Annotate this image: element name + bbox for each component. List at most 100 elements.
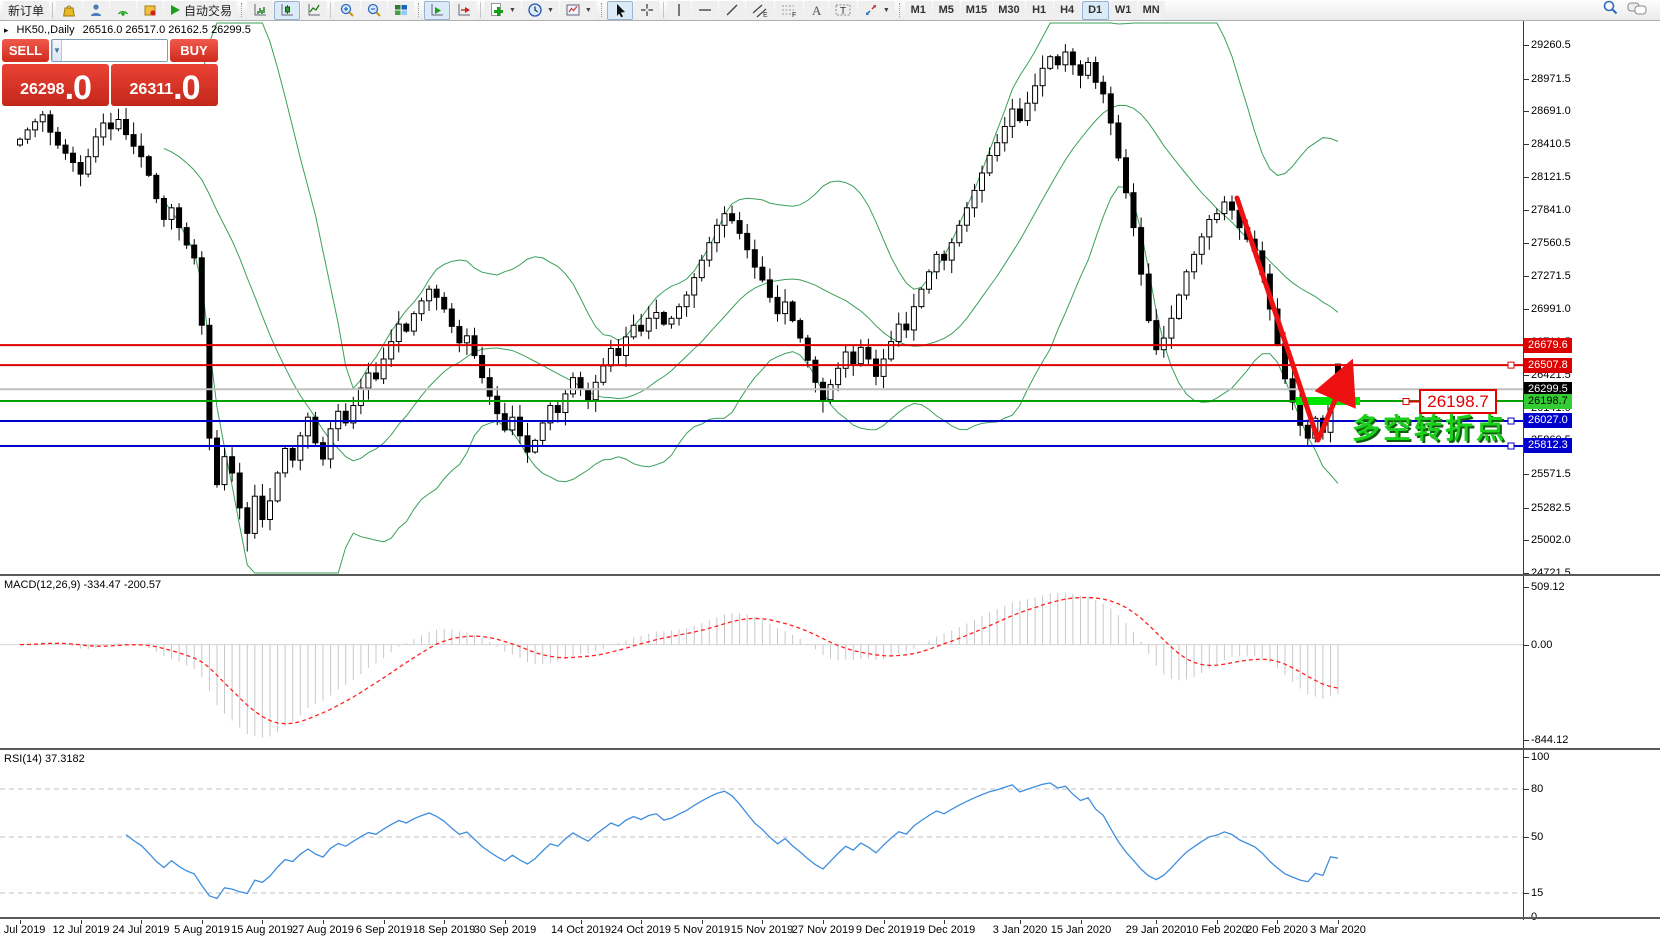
cursor-button[interactable] — [607, 1, 633, 20]
buy-button[interactable]: BUY — [170, 39, 218, 62]
indicators-button[interactable]: ▼ — [484, 1, 521, 20]
date-tick-label: 15 Nov 2019 — [731, 924, 793, 936]
main-chart-canvas[interactable] — [0, 21, 1523, 575]
ohlc-values: 26516.0 26517.0 26162.5 26299.5 — [83, 24, 251, 36]
tile-windows-icon — [393, 2, 409, 18]
cn-annotation-label[interactable]: 多空转折点 — [1352, 407, 1507, 447]
mt4-window: 新订单 自动交易 ▼ ▼ ▼ E F A T — [0, 0, 1660, 940]
text-button[interactable]: A — [804, 1, 828, 20]
date-tick-label: 24 Jul 2019 — [113, 924, 170, 936]
arrows-button[interactable]: ▼ — [858, 1, 895, 20]
date-tick-label: 15 Jan 2020 — [1051, 924, 1112, 936]
equidistant-channel-button[interactable]: E — [746, 1, 774, 20]
svg-text:T: T — [840, 6, 846, 17]
timeframe-button-w1[interactable]: W1 — [1110, 1, 1137, 20]
timeframe-button-m15[interactable]: M15 — [961, 1, 992, 20]
autotrading-button[interactable]: 自动交易 — [164, 1, 237, 20]
price-tick — [1524, 243, 1529, 244]
price-tick — [1524, 276, 1529, 277]
timeframe-button-h4[interactable]: H4 — [1054, 1, 1081, 20]
date-tick-label: 27 Aug 2019 — [292, 924, 354, 936]
text-label-button[interactable]: T — [829, 1, 857, 20]
buy-price-display[interactable]: 26311.0 — [111, 64, 218, 106]
horizontal-line-icon — [697, 2, 713, 18]
vertical-line-button[interactable] — [667, 1, 691, 20]
sell-price-big: .0 — [65, 73, 91, 103]
new-order-button[interactable]: 新订单 — [3, 1, 49, 20]
timeframe-button-m5[interactable]: M5 — [933, 1, 960, 20]
chart-title: ▸ HK50.,Daily 26516.0 26517.0 26162.5 26… — [4, 24, 251, 36]
market-icon — [61, 2, 77, 18]
chart-shift-button[interactable] — [451, 1, 477, 20]
zoom-out-icon — [366, 2, 382, 18]
market-button[interactable] — [56, 1, 82, 20]
sell-button[interactable]: SELL — [2, 39, 49, 62]
news-button[interactable] — [137, 1, 163, 20]
templates-button[interactable]: ▼ — [560, 1, 597, 20]
trendline-button[interactable] — [719, 1, 745, 20]
rsi-tick — [1524, 837, 1529, 838]
line-chart-button[interactable] — [301, 1, 327, 20]
community-button[interactable] — [83, 1, 109, 20]
timeframe-button-m1[interactable]: M1 — [905, 1, 932, 20]
crosshair-button[interactable] — [634, 1, 660, 20]
macd-tick-label: 509.12 — [1531, 581, 1565, 593]
macd-tick — [1524, 645, 1529, 646]
chat-icon[interactable] — [1627, 0, 1647, 21]
price-tick-label: 28410.5 — [1531, 138, 1571, 150]
bar-chart-button[interactable] — [247, 1, 273, 20]
indicators-icon — [489, 2, 505, 18]
volume-input[interactable] — [62, 40, 168, 61]
sell-price-small: 26298 — [20, 79, 65, 101]
price-tick-label: 28121.5 — [1531, 171, 1571, 183]
toolbar-drag-handle[interactable] — [601, 3, 603, 17]
date-tick-label: 6 Sep 2019 — [356, 924, 412, 936]
toolbar-drag-handle[interactable] — [241, 3, 243, 17]
search-icon[interactable] — [1602, 0, 1619, 21]
macd-chart-canvas[interactable] — [0, 577, 1523, 749]
price-tick-label: 24721.5 — [1531, 567, 1571, 579]
toolbar-drag-handle[interactable] — [899, 3, 901, 17]
candlestick-chart-button[interactable] — [274, 1, 300, 20]
tile-windows-button[interactable] — [388, 1, 414, 20]
window-separator[interactable] — [0, 748, 1660, 750]
timeframe-button-h1[interactable]: H1 — [1026, 1, 1053, 20]
toolbar-drag-handle[interactable] — [418, 3, 420, 17]
rsi-tick-label: 50 — [1531, 831, 1543, 843]
macd-tick-label: -844.12 — [1531, 734, 1568, 746]
fibonacci-button[interactable]: F — [775, 1, 803, 20]
timeframe-button-d1[interactable]: D1 — [1082, 1, 1109, 20]
rsi-tick — [1524, 757, 1529, 758]
date-tick-label: 3 Jan 2020 — [993, 924, 1047, 936]
date-tick-label: 18 Sep 2019 — [413, 924, 475, 936]
periods-button[interactable]: ▼ — [522, 1, 559, 20]
community-icon — [88, 2, 104, 18]
zoom-in-button[interactable] — [334, 1, 360, 20]
timeframe-button-mn[interactable]: MN — [1138, 1, 1165, 20]
rsi-tick-label: 15 — [1531, 887, 1543, 899]
horizontal-line-button[interactable] — [692, 1, 718, 20]
fibonacci-icon: F — [780, 2, 798, 18]
buy-price-big: .0 — [173, 73, 199, 103]
zoom-out-button[interactable] — [361, 1, 387, 20]
sell-price-display[interactable]: 26298.0 — [2, 64, 109, 106]
date-tick-label: 5 Aug 2019 — [174, 924, 230, 936]
new-order-label: 新订单 — [8, 2, 44, 19]
volume-decrease-button[interactable]: ▼ — [52, 40, 62, 61]
signals-button[interactable] — [110, 1, 136, 20]
rsi-tick — [1524, 893, 1529, 894]
chart-shift-icon — [456, 2, 472, 18]
toolbar-divider — [330, 2, 331, 18]
price-badge: 26027.0 — [1524, 413, 1572, 428]
date-tick-label: 29 Jan 2020 — [1126, 924, 1187, 936]
auto-scroll-button[interactable] — [424, 1, 450, 20]
rsi-tick — [1524, 789, 1529, 790]
rsi-chart-canvas[interactable] — [0, 751, 1523, 918]
cursor-icon — [612, 2, 628, 18]
window-separator[interactable] — [0, 574, 1660, 576]
macd-indicator-label: MACD(12,26,9) -334.47 -200.57 — [4, 579, 161, 591]
equidistant-channel-icon: E — [751, 2, 769, 18]
price-tick-label: 25282.5 — [1531, 502, 1571, 514]
timeframe-button-m30[interactable]: M30 — [993, 1, 1024, 20]
dropdown-arrow-icon: ▼ — [547, 7, 554, 14]
